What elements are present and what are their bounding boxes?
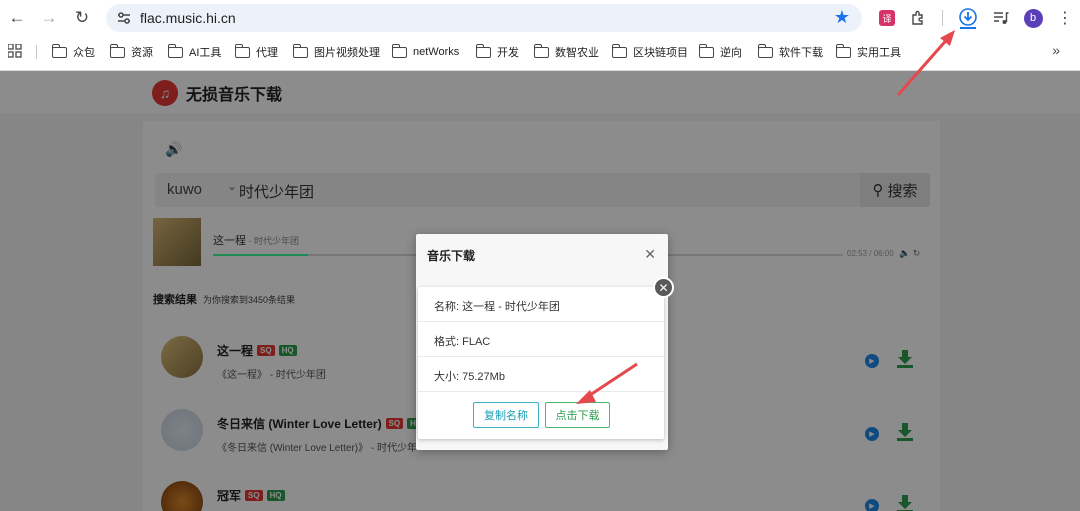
folder-icon <box>533 43 549 58</box>
address-bar[interactable]: flac.music.hi.cn ★ <box>106 4 862 32</box>
bookmark-label: 区块链项目 <box>633 47 688 59</box>
translate-extension-icon[interactable]: 译 <box>876 7 898 29</box>
media-control-icon[interactable] <box>990 7 1012 29</box>
bookmark-label: 数智农业 <box>555 47 599 59</box>
copy-name-button[interactable]: 复制名称 <box>473 402 539 428</box>
size-value: 75.27Mb <box>462 371 505 383</box>
bookmark-folder[interactable]: 软件下载 <box>757 43 823 60</box>
bookmarks-overflow-icon[interactable]: » <box>1052 42 1060 58</box>
bookmark-label: 代理 <box>256 47 278 59</box>
bookmark-label: 图片视频处理 <box>314 47 380 59</box>
close-icon[interactable]: ✕ <box>644 246 656 263</box>
download-button[interactable]: 点击下载 <box>545 402 610 428</box>
apps-grid-icon[interactable] <box>8 44 22 58</box>
toolbar: ← → ↻ flac.music.hi.cn ★ 译 b ⋮ <box>0 0 1080 36</box>
format-label: 格式: <box>434 336 460 348</box>
name-value: 这一程 - 时代少年团 <box>462 301 560 313</box>
bookmark-folder[interactable]: 实用工具 <box>835 43 901 60</box>
bookmarks-divider <box>36 45 37 59</box>
dialog-title: 音乐下载 <box>427 249 476 263</box>
folder-icon <box>292 43 308 58</box>
bookmark-folder[interactable]: AI工具 <box>167 43 222 60</box>
bookmark-folder[interactable]: 区块链项目 <box>611 43 688 60</box>
folder-icon <box>757 43 773 58</box>
back-icon[interactable]: ← <box>5 6 29 30</box>
info-row-size: 大小: 75.27Mb <box>418 357 664 392</box>
browser-chrome: ← → ↻ flac.music.hi.cn ★ 译 b ⋮ 众包 资源 AI工… <box>0 0 1080 71</box>
bookmark-label: AI工具 <box>189 47 222 59</box>
extensions-icon[interactable] <box>907 7 929 29</box>
folder-icon <box>167 43 183 58</box>
menu-icon[interactable]: ⋮ <box>1054 7 1076 29</box>
folder-icon <box>835 43 851 58</box>
bookmarks-bar: 众包 资源 AI工具 代理 图片视频处理 netWorks 开发 数智农业 区块… <box>0 37 1080 67</box>
bookmark-folder[interactable]: netWorks <box>391 43 460 60</box>
folder-icon <box>51 43 67 58</box>
folder-icon <box>391 43 407 58</box>
dialog-actions: 复制名称 点击下载 <box>418 393 664 439</box>
bookmark-label: 众包 <box>73 47 95 59</box>
bookmark-label: 逆向 <box>720 47 742 59</box>
bookmark-label: 资源 <box>131 47 153 59</box>
bookmark-label: 实用工具 <box>857 47 901 59</box>
reload-icon[interactable]: ↻ <box>70 6 94 30</box>
download-info-card: 名称: 这一程 - 时代少年团 格式: FLAC 大小: 75.27Mb 复制名… <box>418 287 664 439</box>
bookmark-folder[interactable]: 众包 <box>51 43 95 60</box>
bookmark-label: 开发 <box>497 47 519 59</box>
folder-icon <box>698 43 714 58</box>
folder-icon <box>234 43 250 58</box>
site-settings-icon[interactable] <box>116 10 132 26</box>
star-icon[interactable]: ★ <box>834 7 850 28</box>
avatar[interactable]: b <box>1022 7 1044 29</box>
bookmark-folder[interactable]: 逆向 <box>698 43 742 60</box>
toolbar-divider <box>942 10 943 26</box>
bookmark-folder[interactable]: 资源 <box>109 43 153 60</box>
bookmark-folder[interactable]: 代理 <box>234 43 278 60</box>
url-text[interactable]: flac.music.hi.cn <box>140 10 236 26</box>
bookmark-folder[interactable]: 开发 <box>475 43 519 60</box>
folder-icon <box>109 43 125 58</box>
bookmark-folder[interactable]: 数智农业 <box>533 43 599 60</box>
downloads-icon[interactable] <box>956 6 980 30</box>
close-icon[interactable]: ✕ <box>653 277 674 298</box>
bookmark-label: netWorks <box>413 46 460 58</box>
folder-icon <box>611 43 627 58</box>
name-label: 名称: <box>434 301 460 313</box>
bookmark-label: 软件下载 <box>779 47 823 59</box>
forward-icon[interactable]: → <box>37 6 61 30</box>
bookmark-folder[interactable]: 图片视频处理 <box>292 43 380 60</box>
size-label: 大小: <box>434 371 460 383</box>
info-row-format: 格式: FLAC <box>418 322 664 357</box>
folder-icon <box>475 43 491 58</box>
format-value: FLAC <box>462 336 491 348</box>
info-row-name: 名称: 这一程 - 时代少年团 <box>418 287 664 322</box>
